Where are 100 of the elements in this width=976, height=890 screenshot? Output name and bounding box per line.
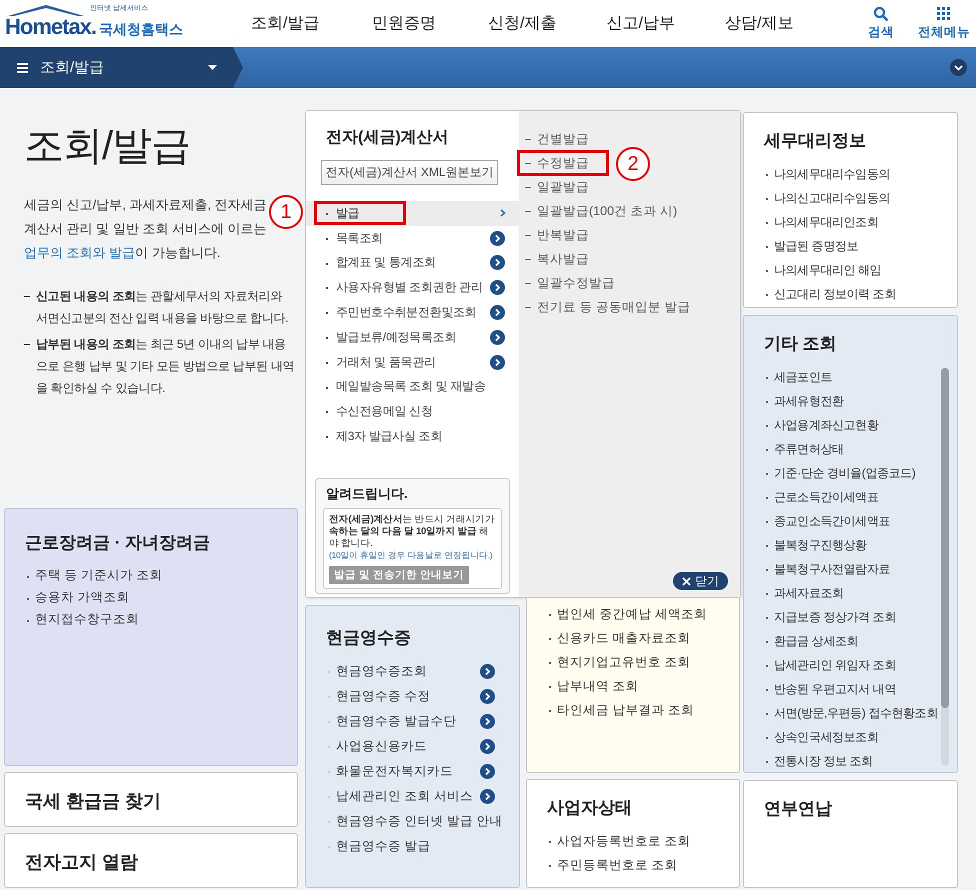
menu-item[interactable]: 거래처 및 품목관리 bbox=[306, 350, 519, 375]
menu-item[interactable]: 상속인국세정보조회 bbox=[764, 725, 939, 749]
nav-menu-item[interactable]: 조회/발급 bbox=[226, 13, 344, 34]
submenu-item[interactable]: 수정발급 bbox=[519, 151, 593, 175]
chevron-circle-icon bbox=[480, 739, 495, 754]
card-title[interactable]: 사업자상태 bbox=[547, 796, 721, 819]
inline-link[interactable]: 업무의 조회와 발급 bbox=[24, 245, 136, 260]
menu-item[interactable]: 현지기업고유번호 조회 bbox=[547, 650, 721, 674]
menu-item[interactable]: 현금영수증 인터넷 발급 안내 bbox=[326, 809, 501, 834]
menu-item[interactable]: 지급보증 정상가격 조회 bbox=[764, 605, 939, 629]
card-title[interactable]: 전자고지 열람 bbox=[25, 850, 279, 874]
menu-item[interactable]: 전통시장 정보 조회 bbox=[764, 749, 939, 773]
chevron-circle-icon bbox=[480, 714, 495, 729]
menu-item[interactable]: 주민등록번호로 조회 bbox=[547, 853, 721, 877]
menu-item[interactable]: 제3자 발급사실 조회 bbox=[306, 424, 519, 449]
chevron-circle-icon bbox=[490, 305, 505, 320]
menu-item[interactable]: 합계표 및 통계조회 bbox=[306, 250, 519, 276]
menu-title: 전자(세금)계산서 bbox=[326, 128, 450, 148]
roof-icon bbox=[6, 3, 86, 17]
card-title[interactable]: 연부연납 bbox=[764, 797, 939, 820]
note-text: 신고된 내용의 조회는 관할세무서의 자료처리와 서면신고분의 전산 입력 내용을 바탕으로 합니다. bbox=[24, 285, 296, 329]
card-title[interactable]: 세무대리정보 bbox=[764, 129, 939, 152]
menu-item[interactable]: 승용차 가액조회 bbox=[25, 586, 279, 608]
menu-item[interactable]: 사업용신용카드 bbox=[326, 734, 501, 759]
notice-title: 알려드립니다. bbox=[326, 485, 409, 503]
menu-item[interactable]: 납세관리인 위임자 조회 bbox=[764, 653, 939, 677]
expand-icon[interactable] bbox=[950, 59, 967, 76]
menu-item[interactable]: 현금영수증 발급 bbox=[326, 834, 501, 859]
menu-item[interactable]: 나의세무대리인 해임 bbox=[764, 258, 939, 282]
menu-item[interactable]: 발급된 증명정보 bbox=[764, 234, 939, 258]
card-title[interactable]: 근로장려금 · 자녀장려금 bbox=[25, 531, 279, 554]
intro-paragraph: 세금의 신고/납부, 과세자료제출, 전자세금계산서 관리 및 일반 조회 서비스에 이르는 업무의 조회와 발급이 가능합니다. bbox=[24, 196, 268, 262]
menu-item[interactable]: 사업자등록번호로 조회 bbox=[547, 829, 721, 853]
logo-service-name[interactable]: 국세청홈택스 bbox=[99, 22, 184, 36]
card-title[interactable]: 현금영수증 bbox=[326, 626, 501, 649]
card-title[interactable]: 기타 조회 bbox=[764, 332, 939, 355]
step-number-badge: 1 bbox=[269, 195, 303, 229]
menu-item[interactable]: 서면(방문,우편등) 접수현황조회 bbox=[764, 701, 939, 725]
search-button[interactable]: 검색 bbox=[858, 6, 904, 41]
search-icon bbox=[873, 6, 889, 22]
menu-item[interactable]: 나의신고대리수임동의 bbox=[764, 186, 939, 210]
menu-item[interactable]: 수신전용메일 신청 bbox=[306, 399, 519, 424]
menu-item[interactable]: 납세관리인 조회 서비스 bbox=[326, 784, 501, 809]
menu-item[interactable]: 현금영수증조회 bbox=[326, 659, 501, 684]
menu-item[interactable]: 현지접수창구조회 bbox=[25, 608, 279, 630]
menu-item[interactable]: 기준·단순 경비율(업종코드) bbox=[764, 461, 939, 485]
page-title: 조회/발급 bbox=[24, 123, 192, 170]
menu-item[interactable]: 근로소득간이세액표 bbox=[764, 485, 939, 509]
xml-view-button[interactable]: 전자(세금)계산서 XML원본보기 bbox=[321, 160, 498, 185]
card-title[interactable]: 국세 환급금 찾기 bbox=[25, 789, 279, 813]
menu-item[interactable]: 환급금 상세조회 bbox=[764, 629, 939, 653]
chevron-circle-icon bbox=[480, 689, 495, 704]
caret-icon bbox=[208, 65, 217, 70]
submenu-item[interactable]: 일괄발급(100건 초과 시) bbox=[519, 199, 682, 223]
section-menu-button[interactable]: 조회/발급 bbox=[0, 47, 243, 88]
submenu-item[interactable]: 반복발급 bbox=[519, 223, 593, 247]
menu-item[interactable]: 법인세 중간예납 세액조회 bbox=[547, 602, 721, 626]
menu-item[interactable]: 신고대리 정보이력 조회 bbox=[764, 282, 939, 306]
submenu-item[interactable]: 일괄수정발급 bbox=[519, 271, 619, 295]
menu-item[interactable]: 발급보류/예정목록조회 bbox=[306, 324, 519, 350]
menu-item[interactable]: 납부내역 조회 bbox=[547, 674, 721, 698]
chevron-circle-icon bbox=[480, 664, 495, 679]
submenu-item[interactable]: 건별발급 bbox=[519, 127, 593, 151]
menu-item[interactable]: 반송된 우편고지서 내역 bbox=[764, 677, 939, 701]
menu-item[interactable]: 화물운전자복지카드 bbox=[326, 759, 501, 784]
menu-item[interactable]: 종교인소득간이세액표 bbox=[764, 509, 939, 533]
menu-item[interactable]: 나의세무대리수임동의 bbox=[764, 162, 939, 186]
menu-item[interactable]: 현금영수증 발급수단 bbox=[326, 709, 501, 734]
menu-item[interactable]: 현금영수증 수정 bbox=[326, 684, 501, 709]
chevron-circle-icon bbox=[490, 255, 505, 270]
menu-item[interactable]: 신용카드 매출자료조회 bbox=[547, 626, 721, 650]
close-icon bbox=[682, 576, 691, 586]
logo-wordmark[interactable]: Hometax. bbox=[5, 16, 96, 38]
menu-item[interactable]: 불복청구진행상황 bbox=[764, 533, 939, 557]
submenu-item[interactable]: 전기료 등 공동매입분 발급 bbox=[519, 295, 694, 319]
chevron-circle-icon bbox=[490, 230, 505, 246]
menu-item[interactable]: 사업용계좌신고현황 bbox=[764, 413, 939, 437]
submenu-item[interactable]: 복사발급 bbox=[519, 247, 593, 271]
nav-menu-item[interactable]: 신청/제출 bbox=[463, 13, 582, 34]
menu-item[interactable]: 과세자료조회 bbox=[764, 581, 939, 605]
nav-menu-item[interactable]: 민원증명 bbox=[344, 13, 463, 34]
menu-item[interactable]: 목록조회 bbox=[306, 226, 519, 251]
all-menu-button[interactable]: 전체메뉴 bbox=[918, 6, 970, 41]
nav-menu-item[interactable]: 상담/제보 bbox=[700, 13, 818, 34]
menu-item[interactable]: 메일발송목록 조회 및 재발송 bbox=[306, 374, 519, 400]
close-button[interactable]: 닫기 bbox=[673, 572, 728, 590]
menu-item[interactable]: 과세유형전환 bbox=[764, 389, 939, 413]
menu-item[interactable]: 타인세금 납부결과 조회 bbox=[547, 698, 721, 722]
note-text: 납부된 내용의 조회는 최근 5년 이내의 납부 내용으로 은행 납부 및 기타 모든 방법으로 납부된 내역을 확인하실 수 있습니다. bbox=[24, 333, 296, 399]
menu-item[interactable]: 나의세무대리인조회 bbox=[764, 210, 939, 234]
menu-item[interactable]: 주민번호수취분전환및조회 bbox=[306, 300, 519, 325]
nav-menu-item[interactable]: 신고/납부 bbox=[582, 13, 700, 34]
menu-item[interactable]: 세금포인트 bbox=[764, 365, 939, 389]
submenu-item[interactable]: 일괄발급 bbox=[519, 175, 593, 199]
menu-item[interactable]: 주류면허상태 bbox=[764, 437, 939, 461]
menu-icon bbox=[17, 62, 28, 72]
menu-item[interactable]: 주택 등 기준시가 조회 bbox=[25, 564, 279, 586]
menu-item[interactable]: 사용자유형별 조회권한 관리 bbox=[306, 275, 519, 300]
chevron-circle-icon bbox=[490, 280, 505, 296]
menu-item[interactable]: 불복청구사전열람자료 bbox=[764, 557, 939, 581]
